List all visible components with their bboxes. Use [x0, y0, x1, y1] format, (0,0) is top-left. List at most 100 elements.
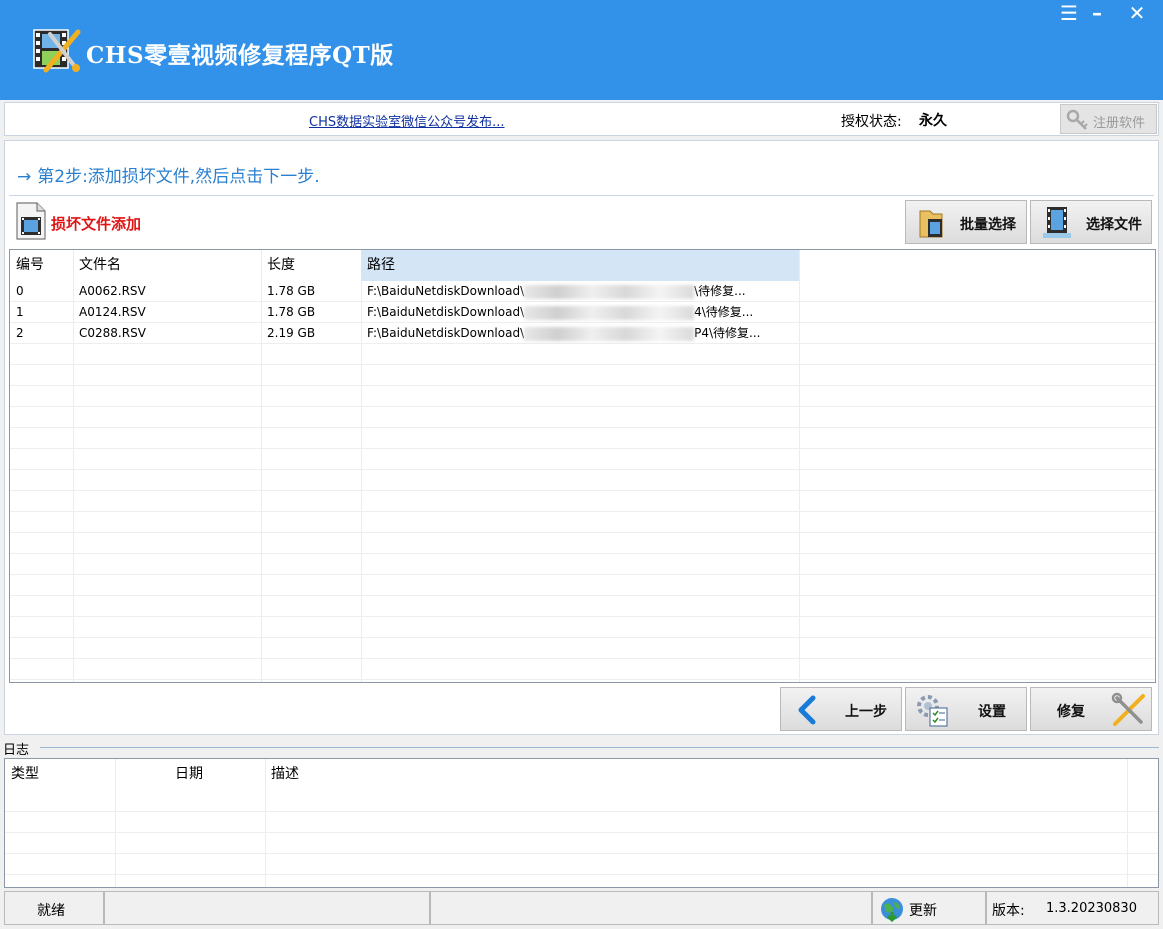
select-file-label: 选择文件: [1086, 217, 1142, 233]
table-row[interactable]: 1 A0124.RSV 1.78 GB F:\BaiduNetdiskDownl…: [10, 302, 1155, 323]
column-header-name[interactable]: 文件名: [73, 250, 261, 281]
title-bar: CHS零壹视频修复程序QT版 ☰ – ✕: [0, 0, 1163, 100]
row-size: 1.78 GB: [267, 305, 316, 319]
empty-row: [10, 617, 1155, 638]
redacted-path: [524, 305, 695, 320]
path-start: F:\BaiduNetdiskDownload\: [367, 284, 525, 298]
settings-button[interactable]: 设置: [905, 687, 1027, 731]
row-id: 0: [16, 284, 24, 298]
log-row: [5, 853, 1158, 854]
row-path: F:\BaiduNetdiskDownload\ 4\待修复...: [361, 302, 799, 323]
auth-status-label: 授权状态:: [841, 114, 902, 130]
table-row[interactable]: 2 C0288.RSV 2.19 GB F:\BaiduNetdiskDownl…: [10, 323, 1155, 344]
folder-video-icon: [919, 210, 943, 238]
status-cell: [104, 891, 430, 925]
status-text: 就绪: [37, 903, 65, 919]
empty-row: [10, 344, 1155, 365]
row-path: F:\BaiduNetdiskDownload\ P4\待修复...: [361, 323, 799, 344]
row-filename: A0124.RSV: [79, 305, 146, 319]
settings-label: 设置: [978, 704, 1006, 720]
auth-status-value: 永久: [919, 113, 947, 129]
divider: [40, 747, 1159, 748]
log-row: [5, 832, 1158, 833]
path-end: \待修复...: [694, 284, 746, 298]
table-header: 编号 文件名 长度 路径: [10, 250, 1155, 281]
redacted-path: [524, 284, 695, 299]
batch-select-button[interactable]: 批量选择: [905, 200, 1027, 244]
empty-row: [10, 470, 1155, 491]
row-size: 2.19 GB: [267, 326, 316, 340]
select-file-button[interactable]: 选择文件: [1030, 200, 1152, 244]
table-body: 0 A0062.RSV 1.78 GB F:\BaiduNetdiskDownl…: [10, 281, 1155, 682]
empty-row: [10, 449, 1155, 470]
row-filename: A0062.RSV: [79, 284, 146, 298]
repair-label: 修复: [1057, 704, 1085, 720]
path-start: F:\BaiduNetdiskDownload\: [367, 326, 525, 340]
empty-row: [10, 428, 1155, 449]
log-column-type[interactable]: 类型: [5, 759, 115, 789]
path-end: 4\待修复...: [694, 305, 754, 319]
menu-icon[interactable]: ☰: [1056, 2, 1082, 24]
empty-row: [10, 659, 1155, 680]
file-table[interactable]: 编号 文件名 长度 路径 0 A0062.RSV 1.78 GB F:\Baid…: [9, 249, 1156, 683]
repair-button[interactable]: 修复: [1030, 687, 1152, 731]
status-bar: 就绪 更新 版本: 1.3.20230830: [0, 889, 1163, 929]
globe-update-icon: [881, 898, 903, 922]
batch-select-label: 批量选择: [960, 217, 1016, 233]
column-header-path[interactable]: 路径: [361, 250, 799, 281]
film-repair-icon: [33, 29, 81, 73]
update-button[interactable]: 更新: [872, 891, 986, 925]
row-id: 1: [16, 305, 24, 319]
empty-row: [10, 491, 1155, 512]
redacted-path: [524, 326, 695, 341]
log-column-description[interactable]: 描述: [265, 759, 565, 789]
step-instruction: → 第2步:添加损坏文件,然后点击下一步.: [17, 162, 320, 187]
empty-row: [10, 386, 1155, 407]
log-row: [5, 874, 1158, 875]
tools-icon: [1111, 692, 1145, 726]
empty-row: [10, 680, 1155, 682]
section-title: 损坏文件添加: [51, 215, 142, 233]
empty-row: [10, 533, 1155, 554]
column-header-id[interactable]: 编号: [10, 250, 73, 281]
empty-row: [10, 638, 1155, 659]
version-value: 1.3.20230830: [1046, 901, 1137, 916]
empty-row: [10, 596, 1155, 617]
previous-step-label: 上一步: [845, 704, 887, 720]
empty-row: [10, 365, 1155, 386]
column-divider: [1127, 759, 1128, 887]
log-row: [5, 811, 1158, 812]
log-table[interactable]: 类型 日期 描述: [4, 758, 1159, 888]
empty-row: [10, 407, 1155, 428]
update-label: 更新: [909, 903, 937, 919]
info-bar: CHS数据实验室微信公众号发布... 授权状态: 永久 注册软件: [4, 102, 1159, 136]
step-text: 第2步:添加损坏文件,然后点击下一步.: [37, 167, 320, 187]
divider: [9, 195, 1154, 196]
log-column-date[interactable]: 日期: [115, 759, 265, 789]
key-icon: [1066, 109, 1088, 130]
previous-step-button[interactable]: 上一步: [780, 687, 902, 731]
main-panel: → 第2步:添加损坏文件,然后点击下一步. 损坏文件添加 批量选择 选择文件 编…: [4, 140, 1159, 735]
row-filename: C0288.RSV: [79, 326, 146, 340]
register-button[interactable]: 注册软件: [1060, 104, 1157, 134]
column-header-size[interactable]: 长度: [261, 250, 361, 281]
wechat-link[interactable]: CHS数据实验室微信公众号发布...: [309, 111, 505, 130]
table-row[interactable]: 0 A0062.RSV 1.78 GB F:\BaiduNetdiskDownl…: [10, 281, 1155, 302]
path-end: P4\待修复...: [694, 326, 761, 340]
minimize-icon[interactable]: –: [1084, 2, 1110, 24]
row-path: F:\BaiduNetdiskDownload\ \待修复...: [361, 281, 799, 302]
status-cell: 就绪: [4, 891, 104, 925]
chevron-left-icon: [798, 695, 816, 725]
arrow-right-icon: →: [17, 167, 32, 187]
gear-checklist-icon: [917, 695, 948, 727]
app-title: CHS零壹视频修复程序QT版: [86, 42, 394, 69]
close-icon[interactable]: ✕: [1124, 2, 1150, 24]
film-file-icon: [1043, 207, 1071, 238]
status-cell: [430, 891, 872, 925]
row-size: 1.78 GB: [267, 284, 316, 298]
row-id: 2: [16, 326, 24, 340]
version-cell: 版本: 1.3.20230830: [986, 891, 1159, 925]
path-start: F:\BaiduNetdiskDownload\: [367, 305, 525, 319]
video-file-icon: [16, 202, 46, 240]
version-label: 版本:: [992, 903, 1025, 919]
